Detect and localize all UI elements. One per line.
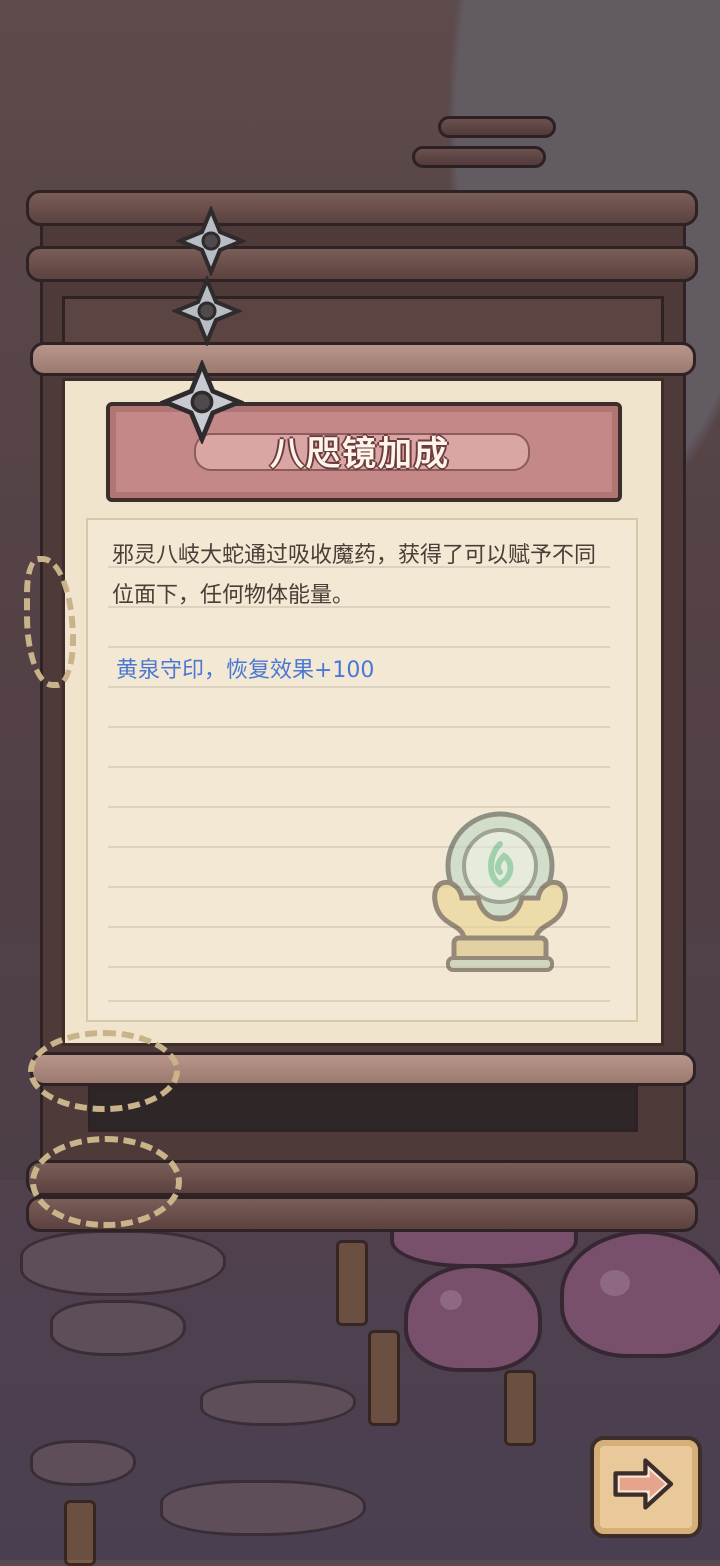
scroll-bottom-board	[88, 1086, 638, 1132]
shuriken-icon	[172, 276, 242, 346]
bonus-text: 黄泉守印，恢复效果+100	[116, 658, 375, 683]
shuriken-icon	[176, 206, 246, 276]
mirror-artifact-icon	[432, 811, 568, 972]
arrow-right-icon	[613, 1458, 674, 1510]
scroll-top-rod	[26, 190, 698, 226]
ruled-line	[108, 726, 610, 728]
scroll-top-rod	[26, 246, 698, 282]
shuriken-icon	[160, 360, 244, 444]
ruled-line	[108, 1000, 610, 1002]
rope-decoration	[30, 1136, 182, 1228]
ruled-line	[108, 766, 610, 768]
description-text: 邪灵八岐大蛇通过吸收魔药，获得了可以赋予不同位面下，任何物体能量。	[112, 543, 597, 608]
scroll-paper-rod	[30, 342, 696, 376]
next-button[interactable]	[590, 1436, 702, 1538]
rope-decoration	[28, 1030, 180, 1112]
ruled-line	[108, 686, 610, 688]
ruled-line	[108, 646, 610, 648]
